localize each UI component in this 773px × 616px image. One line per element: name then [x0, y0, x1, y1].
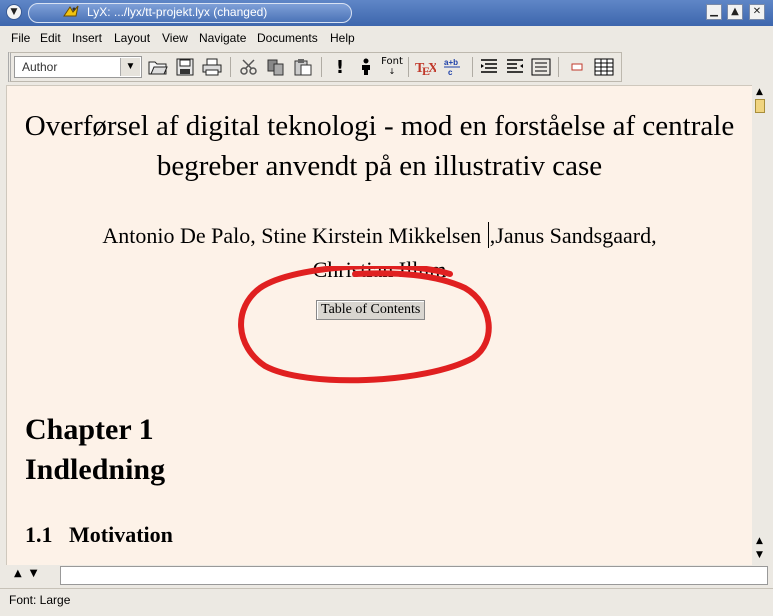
status-text: Font: Large [9, 593, 71, 607]
open-icon[interactable] [147, 56, 169, 78]
copy-icon[interactable] [265, 56, 287, 78]
history-arrows-icon[interactable]: ▲▼ [14, 568, 45, 579]
text-cursor [487, 222, 489, 248]
document-author: Antonio De Palo, Stine Kirstein Mikkelse… [7, 219, 752, 287]
document-title: Overførsel af digital teknologi - mod en… [24, 110, 735, 182]
chapter-title: Indledning [25, 453, 166, 486]
toolbar-separator [558, 57, 559, 77]
author-text-b: ,Janus Sandsgaard, [489, 223, 657, 248]
scrollbar-thumb[interactable] [755, 99, 765, 113]
lyx-window: ▼ LyX: .../lyx/tt-projekt.lyx (changed) … [0, 0, 773, 616]
lyx-app-icon [63, 5, 79, 17]
paragraph-icon[interactable] [530, 56, 552, 78]
section-heading: 1.1 Motivation [25, 522, 173, 547]
command-buffer: ▲▼ [6, 566, 768, 586]
menu-insert[interactable]: Insert [72, 31, 102, 45]
cut-icon[interactable] [238, 56, 260, 78]
window-title: LyX: .../lyx/tt-projekt.lyx (changed) [87, 5, 268, 19]
menu-edit[interactable]: Edit [40, 31, 61, 45]
status-bar: Font: Large [0, 588, 773, 611]
font-label: Font [381, 56, 403, 67]
save-icon[interactable] [174, 56, 196, 78]
toolbar-separator [408, 57, 409, 77]
font-icon[interactable]: Font ↓ [381, 56, 403, 78]
paste-icon[interactable] [292, 56, 314, 78]
page-down-icon[interactable]: ▼ [752, 548, 767, 562]
depth-decrease-icon[interactable] [478, 56, 500, 78]
author-text-line2: Christian Illum [312, 257, 447, 282]
emphasis-icon[interactable]: ! [329, 56, 351, 78]
maximize-button[interactable]: ▲ [727, 4, 743, 20]
minimize-button[interactable]: ▁ [706, 4, 722, 20]
menu-file[interactable]: File [11, 31, 30, 45]
print-icon[interactable] [201, 56, 223, 78]
svg-text:a+b: a+b [444, 58, 458, 67]
paragraph-style-value: Author [22, 60, 58, 74]
chapter-label: Chapter 1 [25, 413, 154, 446]
menu-layout[interactable]: Layout [114, 31, 150, 45]
toolbar-separator [230, 57, 231, 77]
command-input[interactable] [60, 566, 768, 585]
svg-text:X: X [428, 61, 436, 76]
svg-text:c: c [448, 68, 453, 77]
toolbar-separator [321, 57, 322, 77]
title-bar[interactable]: ▼ LyX: .../lyx/tt-projekt.lyx (changed) … [0, 0, 773, 26]
float-icon[interactable] [566, 56, 588, 78]
menu-view[interactable]: View [162, 31, 188, 45]
menu-help[interactable]: Help [330, 31, 355, 45]
author-text-a: Antonio De Palo, Stine Kirstein Mikkelse… [102, 223, 487, 248]
toolbar-separator [472, 57, 473, 77]
chevron-down-icon[interactable]: ▼ [120, 58, 140, 76]
document-editor[interactable]: Overførsel af digital teknologi - mod en… [6, 85, 752, 565]
table-icon[interactable] [593, 56, 615, 78]
math-icon[interactable]: a+b c [442, 56, 464, 78]
tex-icon[interactable]: TEX [414, 56, 436, 78]
scroll-up-icon[interactable]: ▲ [752, 85, 767, 99]
menu-bar: File Edit Insert Layout View Navigate Do… [0, 28, 773, 49]
paragraph-style-select[interactable]: Author ▼ [14, 56, 142, 78]
depth-increase-icon[interactable] [504, 56, 526, 78]
table-of-contents-inset[interactable]: Table of Contents [316, 300, 426, 320]
close-button[interactable]: ✕ [749, 4, 765, 20]
menu-navigate[interactable]: Navigate [199, 31, 246, 45]
window-menu-button[interactable]: ▼ [6, 4, 22, 20]
noun-icon[interactable] [355, 56, 377, 78]
page-up-icon[interactable]: ▲ [752, 534, 767, 548]
menu-documents[interactable]: Documents [257, 31, 318, 45]
vertical-scrollbar[interactable]: ▲ ▲ ▼ [752, 85, 768, 564]
